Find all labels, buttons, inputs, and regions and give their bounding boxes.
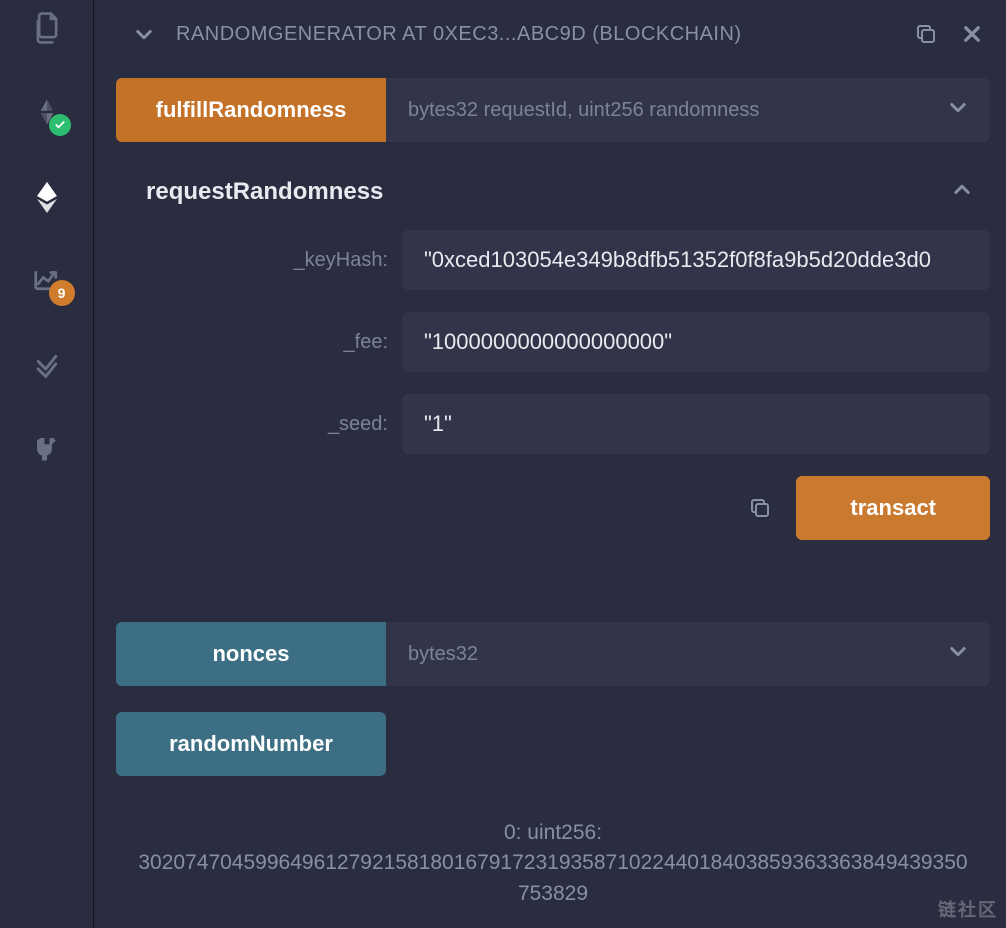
function-row-fulfillRandomness: fulfillRandomness bytes32 requestId, uin… [116, 78, 990, 142]
nonces-args[interactable]: bytes32 [386, 622, 990, 686]
param-input-fee[interactable] [402, 312, 990, 372]
fulfillRandomness-args[interactable]: bytes32 requestId, uint256 randomness [386, 78, 990, 142]
requestRandomness-label: requestRandomness [146, 178, 952, 206]
param-input-seed[interactable] [402, 394, 990, 454]
plugin-icon[interactable] [29, 430, 65, 466]
nonces-button[interactable]: nonces [116, 622, 386, 686]
sidebar: 9 [0, 0, 94, 928]
function-row-nonces: nonces bytes32 [116, 622, 990, 686]
files-icon[interactable] [29, 10, 65, 46]
analytics-icon[interactable]: 9 [29, 262, 65, 298]
args-hint: bytes32 requestId, uint256 randomness [408, 99, 759, 122]
param-row-keyHash: _keyHash: [116, 230, 990, 290]
main-panel: RANDOMGENERATOR AT 0XEC3...ABC9D (BLOCKC… [94, 0, 1006, 928]
fulfillRandomness-button[interactable]: fulfillRandomness [116, 78, 386, 142]
args-hint: bytes32 [408, 643, 478, 666]
contract-header: RANDOMGENERATOR AT 0XEC3...ABC9D (BLOCKC… [116, 14, 990, 70]
compiler-icon[interactable] [29, 94, 65, 130]
transact-button[interactable]: transact [796, 476, 990, 540]
param-label-keyHash: _keyHash: [116, 249, 402, 272]
param-row-seed: _seed: [116, 394, 990, 454]
param-label-fee: _fee: [116, 331, 402, 354]
copy-icon[interactable] [912, 20, 940, 48]
transact-row: transact [116, 470, 990, 562]
output-value: 3020747045996496127921581801679172319358… [136, 848, 970, 909]
param-label-seed: _seed: [116, 413, 402, 436]
param-input-keyHash[interactable] [402, 230, 990, 290]
copy-params-icon[interactable] [746, 494, 774, 522]
chevron-down-icon[interactable] [130, 20, 158, 48]
chevron-up-icon[interactable] [952, 180, 972, 205]
randomNumber-button[interactable]: randomNumber [116, 712, 386, 776]
function-row-randomNumber: randomNumber [116, 712, 990, 776]
watermark: 链社区 [938, 896, 998, 922]
chevron-down-icon[interactable] [948, 641, 968, 667]
close-icon[interactable] [958, 20, 986, 48]
param-row-fee: _fee: [116, 312, 990, 372]
output-type: 0: uint256: [136, 818, 970, 848]
compile-success-badge [49, 114, 71, 136]
debugger-icon[interactable] [29, 346, 65, 382]
contract-title: RANDOMGENERATOR AT 0XEC3...ABC9D (BLOCKC… [176, 23, 894, 46]
function-header-requestRandomness: requestRandomness [116, 160, 990, 224]
notification-badge: 9 [49, 280, 75, 306]
chevron-down-icon[interactable] [948, 97, 968, 123]
output-block: 0: uint256: 3020747045996496127921581801… [116, 794, 990, 919]
deploy-icon[interactable] [29, 178, 65, 214]
